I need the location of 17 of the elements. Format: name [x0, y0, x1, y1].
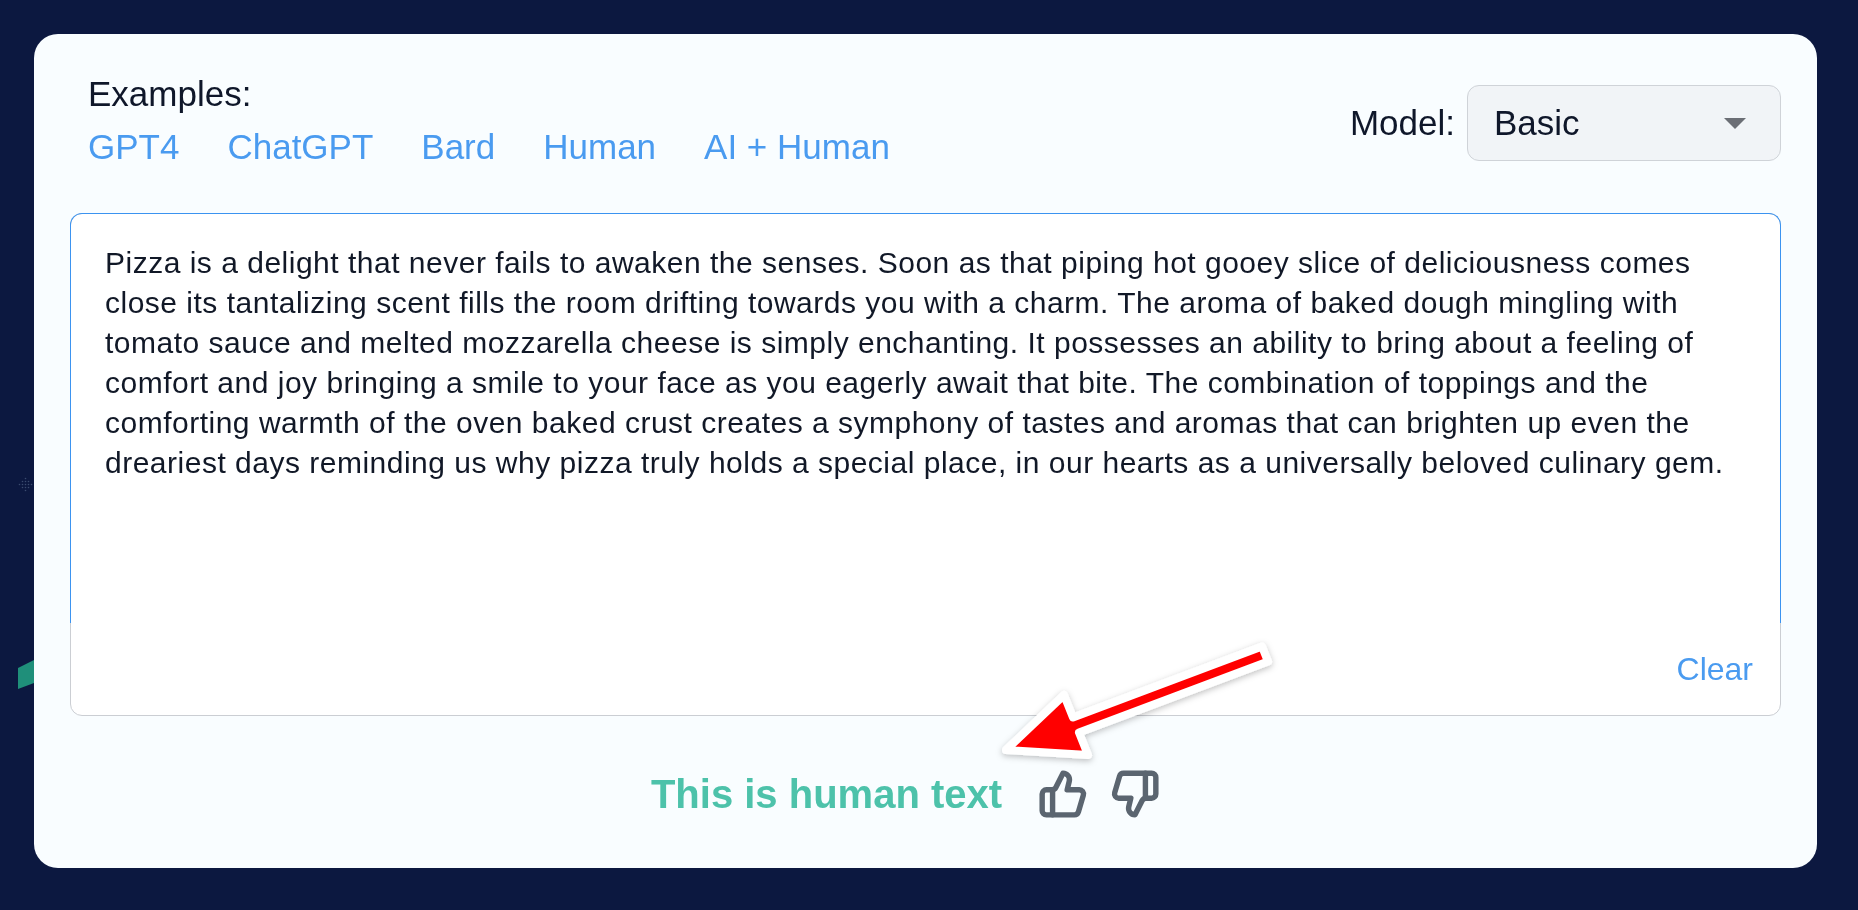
thumbs-up-icon [1038, 769, 1089, 819]
thumbs-up-button[interactable] [1038, 769, 1089, 819]
text-input-field[interactable]: Pizza is a delight that never fails to awaken the senses. Soon as that piping hot gooey slice of deliciousness comes close its tantalizing scent fills the room drifting towards you with a charm. The aroma of baked dough mingling with tomato sauce and melted mozzarella cheese is simply enchanting. It possesses an ability to bring about a feeling of comfort and joy bringing a smile to your face as you eagerly await that bite. The combination of toppings and the comforting warmth of the oven baked crust creates a symphony of tastes and aromas that can brighten up even the dreariest days reminding us why pizza truly holds a special place, in our hearts as a universally beloved culinary gem. [70, 213, 1781, 623]
clear-button[interactable]: Clear [1676, 649, 1753, 689]
example-link[interactable]: Human [543, 123, 657, 171]
model-dropdown[interactable]: Basic [1467, 85, 1781, 161]
example-link[interactable]: GPT4 [88, 123, 180, 171]
examples-label: Examples: [88, 73, 252, 115]
result-text: This is human text [650, 771, 1003, 818]
thumbs-down-button[interactable] [1110, 769, 1161, 819]
thumbs-down-icon [1110, 769, 1161, 819]
example-link[interactable]: ChatGPT [227, 123, 374, 171]
example-link[interactable]: AI + Human [704, 123, 890, 171]
model-label: Model: [1349, 102, 1455, 144]
example-link[interactable]: Bard [421, 123, 496, 171]
dotted-circle-icon [18, 477, 33, 492]
caret-icon [1724, 117, 1746, 129]
